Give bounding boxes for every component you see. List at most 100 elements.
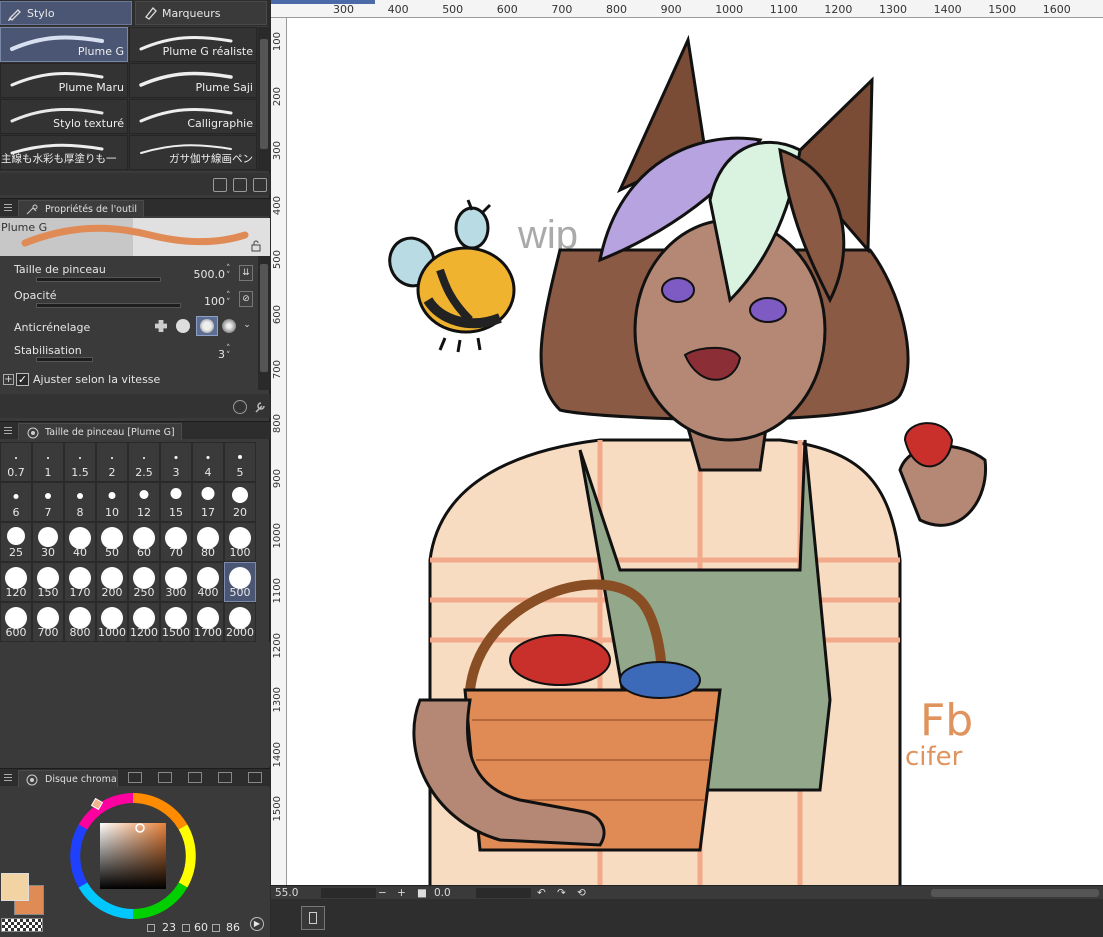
brush-list-scrollbar[interactable] bbox=[258, 27, 270, 171]
brush-item[interactable]: Plume Maru bbox=[0, 63, 128, 98]
brush-size-option[interactable]: 10 bbox=[96, 482, 128, 522]
brush-size-value[interactable]: 500.0 bbox=[185, 268, 226, 281]
tab-tool-properties[interactable]: Propriétés de l'outil bbox=[18, 200, 145, 217]
brush-item[interactable]: Calligraphie bbox=[129, 99, 257, 134]
brush-size-option[interactable]: 6 bbox=[0, 482, 32, 522]
brush-size-option[interactable]: 80 bbox=[192, 522, 224, 562]
brush-size-option[interactable]: 30 bbox=[32, 522, 64, 562]
color-slider-tab-icon[interactable] bbox=[128, 772, 142, 783]
play-icon[interactable]: ▶ bbox=[250, 917, 264, 931]
properties-scrollbar[interactable] bbox=[258, 256, 270, 390]
brush-size-option[interactable]: 2000 bbox=[224, 602, 256, 642]
hsv-mode-icon[interactable] bbox=[147, 924, 155, 932]
brush-item[interactable]: Plume Saji bbox=[129, 63, 257, 98]
chevron-down-icon[interactable]: ⌄ bbox=[240, 318, 254, 334]
brush-size-option[interactable]: 2 bbox=[96, 442, 128, 482]
brush-size-option[interactable]: 50 bbox=[96, 522, 128, 562]
color-set-tab-icon[interactable] bbox=[158, 772, 172, 783]
brush-size-option[interactable]: 600 bbox=[0, 602, 32, 642]
opacity-slider[interactable] bbox=[36, 303, 181, 308]
rotation-value[interactable]: 0.0 bbox=[434, 886, 451, 900]
brush-size-option[interactable]: 20 bbox=[224, 482, 256, 522]
rotation-slider[interactable] bbox=[476, 888, 531, 898]
brush-size-option[interactable]: 1500 bbox=[160, 602, 192, 642]
antialias-none[interactable] bbox=[152, 317, 170, 335]
brush-size-slider[interactable] bbox=[36, 277, 161, 282]
brush-size-option[interactable]: 60 bbox=[128, 522, 160, 562]
brush-size-option[interactable]: 7 bbox=[32, 482, 64, 522]
brush-size-option[interactable]: 120 bbox=[0, 562, 32, 602]
stabilization-value[interactable]: 3 bbox=[205, 348, 225, 361]
brush-size-option[interactable]: 5 bbox=[224, 442, 256, 482]
horizontal-scrollbar[interactable] bbox=[931, 889, 1099, 897]
zoom-slider[interactable] bbox=[321, 888, 376, 898]
transparent-color-swatch[interactable] bbox=[1, 918, 43, 932]
brush-size-option[interactable]: 12 bbox=[128, 482, 160, 522]
brush-size-option[interactable]: 4 bbox=[192, 442, 224, 482]
stabilization-spinner[interactable]: ˄ ˅ bbox=[226, 345, 236, 361]
import-icon[interactable] bbox=[213, 178, 227, 192]
zoom-value[interactable]: 55.0 bbox=[275, 886, 298, 900]
brush-size-option[interactable]: 700 bbox=[32, 602, 64, 642]
brush-size-option[interactable]: 150 bbox=[32, 562, 64, 602]
opacity-spinner[interactable]: ˄ ˅ bbox=[226, 292, 236, 308]
brush-size-option[interactable]: 0.7 bbox=[0, 442, 32, 482]
brush-size-option[interactable]: 40 bbox=[64, 522, 96, 562]
navigator-icon[interactable] bbox=[301, 906, 325, 930]
zoom-in-icon[interactable]: + bbox=[397, 886, 406, 900]
trash-icon[interactable] bbox=[253, 178, 267, 192]
rotate-right-icon[interactable]: ↷ bbox=[557, 886, 566, 900]
brush-item[interactable]: Plume G réaliste bbox=[129, 27, 257, 62]
brush-size-option[interactable]: 100 bbox=[224, 522, 256, 562]
brush-size-option[interactable]: 3 bbox=[160, 442, 192, 482]
antialias-weak[interactable] bbox=[174, 317, 192, 335]
brush-size-option[interactable]: 300 bbox=[160, 562, 192, 602]
brush-size-option[interactable]: 250 bbox=[128, 562, 160, 602]
brush-size-option[interactable]: 1000 bbox=[96, 602, 128, 642]
brush-size-option[interactable]: 15 bbox=[160, 482, 192, 522]
brush-size-option[interactable]: 1200 bbox=[128, 602, 160, 642]
tab-marker[interactable]: Marqueurs bbox=[135, 1, 267, 25]
brush-item[interactable]: 主線も水彩も厚塗りも一 bbox=[0, 135, 128, 170]
brush-size-option[interactable]: 400 bbox=[192, 562, 224, 602]
brush-size-option[interactable]: 8 bbox=[64, 482, 96, 522]
brush-size-option[interactable]: 2.5 bbox=[128, 442, 160, 482]
wrench-circle-icon[interactable] bbox=[233, 400, 247, 414]
opacity-pressure-toggle[interactable]: ⊘ bbox=[239, 291, 253, 307]
brush-item[interactable]: ガサ伽サ線画ペン bbox=[129, 135, 257, 170]
tab-pen[interactable]: Stylo bbox=[0, 1, 132, 25]
brush-item[interactable]: Stylo texturé bbox=[0, 99, 128, 134]
stabilization-slider[interactable] bbox=[36, 357, 93, 362]
wrench-icon[interactable] bbox=[253, 400, 267, 414]
brush-size-option[interactable]: 1.5 bbox=[64, 442, 96, 482]
color-wheel[interactable] bbox=[66, 789, 200, 923]
menu-icon[interactable] bbox=[4, 774, 12, 781]
pressure-toggle[interactable]: ⇊ bbox=[239, 265, 253, 281]
antialias-strong[interactable] bbox=[220, 317, 238, 335]
main-color-swatch[interactable] bbox=[1, 873, 29, 901]
brush-size-option[interactable]: 170 bbox=[64, 562, 96, 602]
brush-size-option[interactable]: 800 bbox=[64, 602, 96, 642]
intermediate-color-tab-icon[interactable] bbox=[188, 772, 202, 783]
brush-size-option[interactable]: 1 bbox=[32, 442, 64, 482]
rotate-left-icon[interactable]: ↶ bbox=[537, 886, 546, 900]
tab-brush-size[interactable]: Taille de pinceau [Plume G] bbox=[18, 423, 182, 440]
drawing-canvas[interactable]: wip Fb cifer bbox=[287, 18, 1103, 885]
brush-size-option[interactable]: 17 bbox=[192, 482, 224, 522]
color-history-tab-icon[interactable] bbox=[248, 772, 262, 783]
tab-color-wheel[interactable]: Disque chromati bbox=[18, 770, 118, 787]
lock-icon[interactable] bbox=[250, 240, 262, 252]
reset-rotation-icon[interactable]: ⟲ bbox=[577, 886, 586, 900]
menu-icon[interactable] bbox=[4, 204, 12, 211]
opacity-value[interactable]: 100 bbox=[195, 295, 225, 308]
brush-size-option[interactable]: 25 bbox=[0, 522, 32, 562]
brush-size-option[interactable]: 70 bbox=[160, 522, 192, 562]
fit-icon[interactable]: ■ bbox=[417, 886, 427, 900]
expand-icon[interactable]: + bbox=[3, 374, 14, 385]
brush-size-option[interactable]: 500 bbox=[224, 562, 256, 602]
adjust-speed-checkbox[interactable]: ✓ bbox=[16, 373, 29, 386]
zoom-out-icon[interactable]: − bbox=[378, 886, 387, 900]
duplicate-icon[interactable] bbox=[233, 178, 247, 192]
brush-size-option[interactable]: 1700 bbox=[192, 602, 224, 642]
brush-size-spinner[interactable]: ˄ ˅ bbox=[226, 265, 236, 281]
